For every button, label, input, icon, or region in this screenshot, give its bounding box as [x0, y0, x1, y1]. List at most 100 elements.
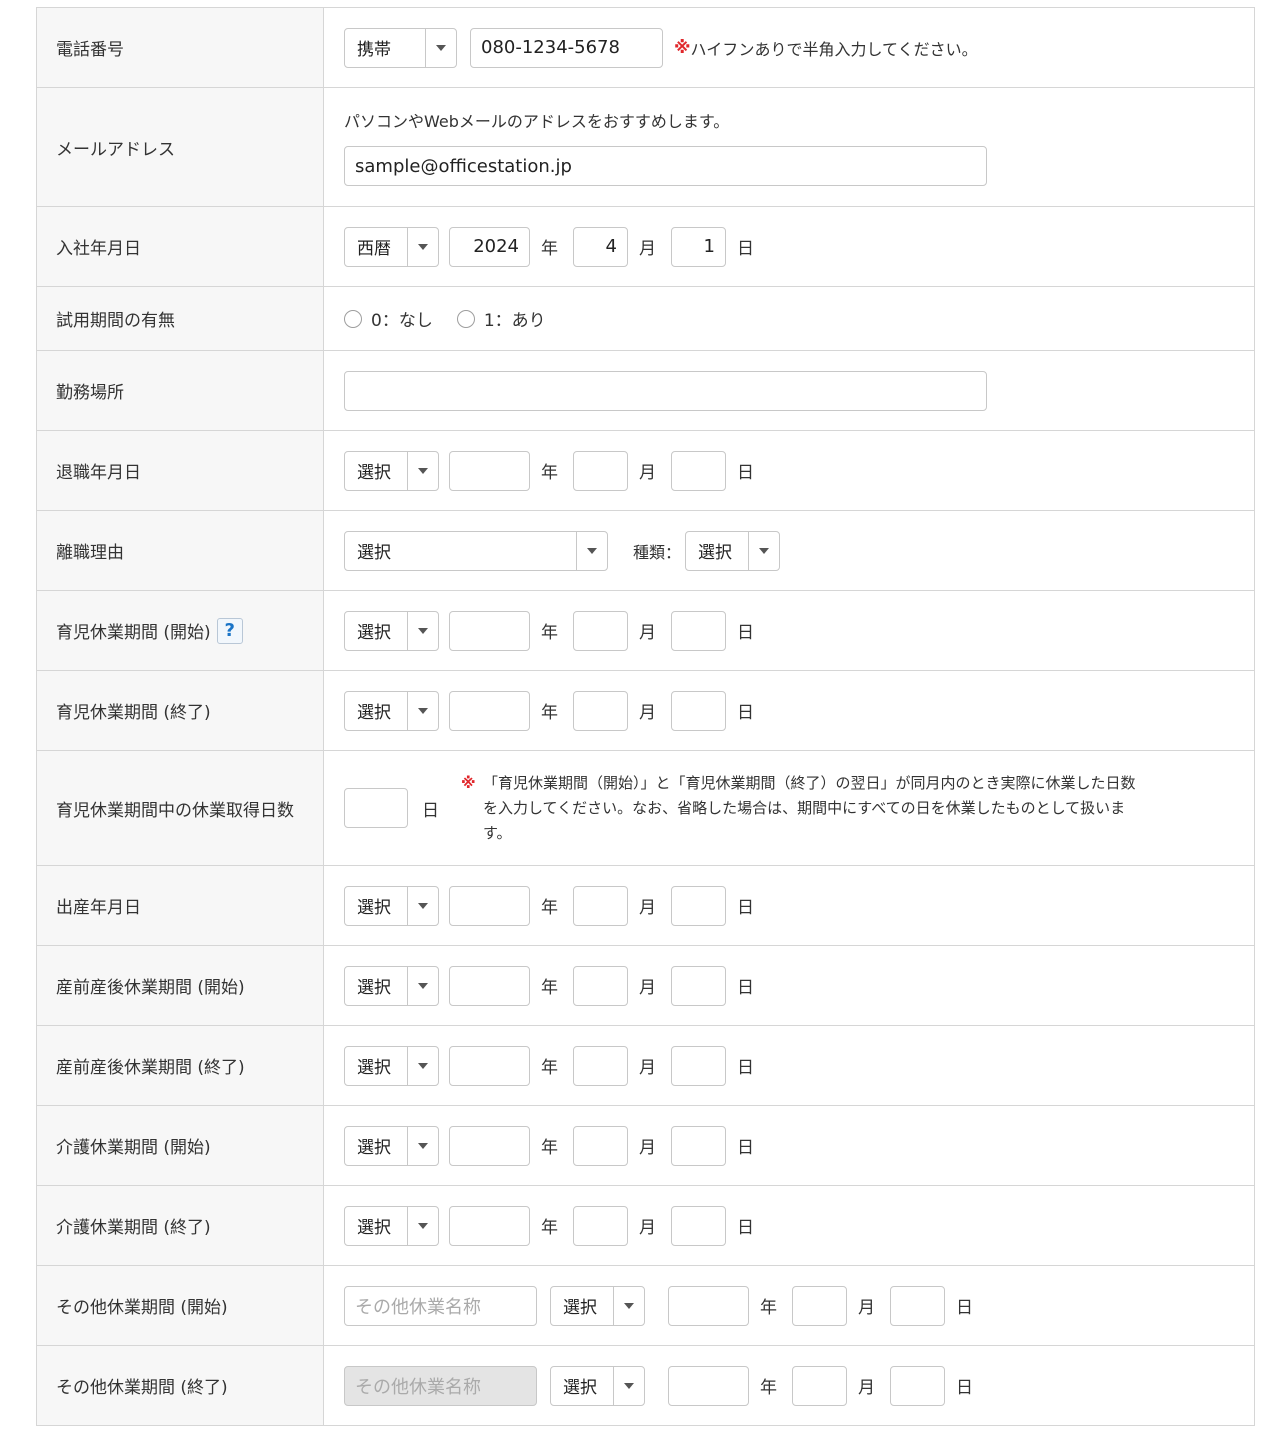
month-unit: 月 [639, 1138, 656, 1158]
year-unit: 年 [541, 623, 558, 643]
year-unit: 年 [541, 898, 558, 918]
month-unit: 月 [639, 1218, 656, 1238]
month-input[interactable] [573, 1125, 628, 1166]
row-birth-date: 出産年月日 選択 年 月 日 [36, 866, 1255, 946]
radio-trial-none[interactable] [344, 309, 362, 328]
year-input[interactable] [449, 1045, 530, 1086]
field-label: 介護休業期間 (終了) [36, 1186, 324, 1265]
day-unit: 日 [737, 1138, 754, 1158]
field-label: 離職理由 [36, 511, 324, 590]
day-input[interactable] [671, 690, 726, 731]
chevron-down-icon [425, 28, 456, 67]
chevron-down-icon [613, 1286, 644, 1325]
era-select[interactable]: 選択 [344, 1045, 439, 1086]
year-input[interactable] [668, 1365, 749, 1406]
other-leave-name-input[interactable]: その他休業名称 [344, 1285, 537, 1326]
chevron-down-icon [407, 886, 438, 925]
day-unit: 日 [737, 463, 754, 483]
row-care-start: 介護休業期間 (開始) 選択 年 月 日 [36, 1106, 1255, 1186]
day-input[interactable] [671, 1125, 726, 1166]
row-other-start: その他休業期間 (開始) その他休業名称 選択 年 月 日 [36, 1266, 1255, 1346]
era-select[interactable]: 選択 [344, 610, 439, 651]
row-phone: 電話番号 携帯 080-1234-5678 ※ ハイフンありで半角入力してくださ… [36, 8, 1255, 88]
era-select[interactable]: 選択 [344, 885, 439, 926]
field-label: 育児休業期間 (開始) [56, 623, 211, 643]
day-input[interactable] [671, 450, 726, 491]
year-input[interactable] [449, 1125, 530, 1166]
month-input[interactable] [573, 1205, 628, 1246]
year-input[interactable] [449, 450, 530, 491]
year-unit: 年 [541, 463, 558, 483]
year-unit: 年 [541, 1138, 558, 1158]
chevron-down-icon [407, 966, 438, 1005]
email-input[interactable]: sample@officestation.jp [344, 146, 987, 186]
era-select[interactable]: 選択 [550, 1365, 645, 1406]
month-input[interactable] [792, 1365, 847, 1406]
radio-trial-yes[interactable] [456, 309, 475, 328]
year-input[interactable]: 2024 [449, 226, 530, 267]
chevron-down-icon [407, 611, 438, 650]
field-label: 産前産後休業期間 (終了) [36, 1026, 324, 1105]
field-label: 介護休業期間 (開始) [36, 1106, 324, 1185]
note-line: す。 [483, 823, 512, 842]
era-select[interactable]: 選択 [344, 690, 439, 731]
month-input[interactable] [573, 690, 628, 731]
phone-number-input[interactable]: 080-1234-5678 [470, 27, 663, 68]
month-input[interactable] [573, 450, 628, 491]
retire-reason-select[interactable]: 選択 [344, 530, 608, 571]
year-unit: 年 [760, 1378, 777, 1398]
month-input[interactable] [573, 885, 628, 926]
days-input[interactable] [344, 788, 408, 828]
note-mark: ※ [461, 773, 476, 792]
era-select[interactable]: 選択 [344, 965, 439, 1006]
day-unit: 日 [422, 800, 439, 821]
day-input[interactable] [671, 965, 726, 1006]
day-unit: 日 [737, 703, 754, 723]
month-input[interactable]: 4 [573, 226, 628, 267]
year-input[interactable] [449, 690, 530, 731]
row-other-end: その他休業期間 (終了) その他休業名称 選択 年 月 日 [36, 1346, 1255, 1426]
month-unit: 月 [639, 978, 656, 998]
row-childcare-end: 育児休業期間 (終了) 選択 年 月 日 [36, 671, 1255, 751]
field-label: 出産年月日 [36, 866, 324, 945]
days-note: ※ 「育児休業期間（開始）」と「育児休業期間（終了）の翌日」が同月内のとき実際に… [461, 771, 1221, 846]
era-select[interactable]: 西暦 [344, 226, 439, 267]
note-line: 「育児休業期間（開始）」と「育児休業期間（終了）の翌日」が同月内のとき実際に休業… [483, 773, 1136, 792]
era-select[interactable]: 選択 [344, 1205, 439, 1246]
radio-label: 0：なし [371, 311, 433, 331]
year-input[interactable] [668, 1285, 749, 1326]
day-input[interactable] [890, 1365, 945, 1406]
day-input[interactable]: 1 [671, 226, 726, 267]
day-unit: 日 [956, 1298, 973, 1318]
year-input[interactable] [449, 610, 530, 651]
year-unit: 年 [541, 978, 558, 998]
day-input[interactable] [671, 1045, 726, 1086]
phone-type-select[interactable]: 携帯 [344, 27, 457, 68]
help-icon[interactable]: ? [216, 617, 243, 644]
day-input[interactable] [890, 1285, 945, 1326]
era-select[interactable]: 選択 [344, 450, 439, 491]
employee-form: 電話番号 携帯 080-1234-5678 ※ ハイフンありで半角入力してくださ… [36, 7, 1255, 1426]
day-input[interactable] [671, 610, 726, 651]
day-input[interactable] [671, 1205, 726, 1246]
chevron-down-icon [407, 1206, 438, 1245]
year-input[interactable] [449, 965, 530, 1006]
chevron-down-icon [748, 531, 779, 570]
year-input[interactable] [449, 1205, 530, 1246]
kind-select[interactable]: 選択 [685, 530, 781, 571]
era-select[interactable]: 選択 [344, 1125, 439, 1166]
month-input[interactable] [573, 1045, 628, 1086]
month-unit: 月 [639, 623, 656, 643]
day-input[interactable] [671, 885, 726, 926]
field-label: 育児休業期間 (終了) [36, 671, 324, 750]
row-retire-reason: 離職理由 選択 種類： 選択 [36, 511, 1255, 591]
era-select[interactable]: 選択 [550, 1285, 645, 1326]
month-input[interactable] [792, 1285, 847, 1326]
workplace-input[interactable] [344, 370, 987, 411]
year-input[interactable] [449, 885, 530, 926]
month-input[interactable] [573, 965, 628, 1006]
chevron-down-icon [407, 1126, 438, 1165]
month-input[interactable] [573, 610, 628, 651]
month-unit: 月 [639, 239, 656, 259]
day-unit: 日 [737, 898, 754, 918]
